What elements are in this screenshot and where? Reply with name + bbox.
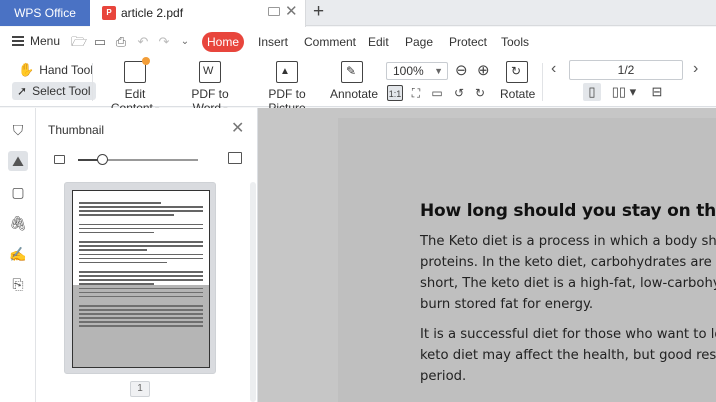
rotate-icon: ↻ <box>506 61 528 83</box>
redo-icon[interactable]: ↷ <box>157 35 171 49</box>
document-heading: How long should you stay on the ke <box>420 201 716 221</box>
menu-page[interactable]: Page <box>405 35 433 49</box>
rotate-right-icon[interactable]: ↻ <box>472 85 488 101</box>
document-paragraph-line: burn stored fat for energy. <box>420 297 594 312</box>
rotate-label: Rotate <box>500 87 536 101</box>
rotate-left-icon[interactable]: ↺ <box>451 85 467 101</box>
document-paragraph-line: The Keto diet is a process in which a bo… <box>420 234 716 249</box>
left-sidebar: ⛉ ⛰ ▢ 🖇 ✍ ⎘ <box>0 108 36 402</box>
undo-icon[interactable]: ↶ <box>136 35 150 49</box>
chevron-down-icon: ▼ <box>434 66 443 76</box>
pdf-to-picture-button[interactable]: ▲ PDF to Picture <box>256 61 318 115</box>
edit-content-button[interactable]: Edit Content ▾ <box>104 57 166 115</box>
hand-tool-button[interactable]: ✋ Hand Tool <box>18 62 93 78</box>
thumbnail-panel: Thumbnail ✕ 1 <box>36 108 258 402</box>
page-thumbnail[interactable] <box>64 182 216 374</box>
open-folder-icon[interactable]: 🗁 <box>71 35 87 49</box>
single-page-icon[interactable]: ▯ <box>583 83 601 101</box>
menu-label: Menu <box>30 34 61 48</box>
select-tool-button[interactable]: ➚ Select Tool <box>12 82 96 100</box>
thumbnail-size-slider[interactable] <box>54 152 244 168</box>
pdf-to-word-icon: W <box>199 61 221 83</box>
thumbnail-page-number: 1 <box>130 381 150 397</box>
pdf-file-icon: P <box>102 6 116 20</box>
menu-bar: Menu 🗁 ▭ ⎙ ↶ ↷ ⌄ Home Insert Comment Edi… <box>0 27 716 57</box>
document-paragraph-line: short, The keto diet is a high-fat, low-… <box>420 276 716 291</box>
continuous-scroll-icon[interactable]: ⊟ <box>648 83 666 101</box>
close-panel-icon[interactable]: ✕ <box>231 118 244 138</box>
large-image-icon[interactable] <box>228 152 242 164</box>
pdf-to-picture-icon: ▲ <box>276 61 298 83</box>
hand-icon: ✋ <box>18 62 35 77</box>
menu-home[interactable]: Home <box>202 32 244 52</box>
menu-comment[interactable]: Comment <box>304 35 356 49</box>
select-tool-label: Select Tool <box>32 84 91 98</box>
menu-tools[interactable]: Tools <box>501 35 529 49</box>
annotate-button[interactable]: ✎ Annotate <box>330 61 378 101</box>
thumbnail-title: Thumbnail <box>48 123 105 137</box>
menu-edit[interactable]: Edit <box>368 35 389 49</box>
menu-button[interactable]: Menu <box>12 34 60 48</box>
small-image-icon[interactable] <box>54 155 65 164</box>
next-page-icon[interactable]: › <box>693 60 698 78</box>
annotate-icon: ✎ <box>341 61 363 83</box>
fit-width-icon[interactable]: ▭ <box>429 85 445 101</box>
document-paragraph-line: keto diet may affect the health, but goo… <box>420 348 716 363</box>
signature-icon[interactable]: ✍ <box>8 244 28 264</box>
divider <box>92 63 93 101</box>
menu-protect[interactable]: Protect <box>449 35 487 49</box>
thumbnail-page-preview <box>72 190 210 368</box>
slider-track[interactable] <box>78 159 198 161</box>
menu-insert[interactable]: Insert <box>258 35 288 49</box>
thumbnail-icon[interactable]: ⛰ <box>8 151 28 171</box>
tab-document[interactable]: P article 2.pdf ✕ <box>90 0 306 27</box>
toolbar: ✋ Hand Tool ➚ Select Tool Edit Content ▾… <box>0 57 716 115</box>
attachment-icon[interactable]: 🖇 <box>8 213 28 233</box>
cursor-icon: ➚ <box>17 84 28 98</box>
pdf-to-word-button[interactable]: W PDF to Word ▾ <box>178 61 242 115</box>
tab-wps-office[interactable]: WPS Office <box>0 0 90 26</box>
two-page-icon[interactable]: ▯▯ ▾ <box>611 83 637 101</box>
fit-page-icon[interactable]: ⛶ <box>408 85 424 101</box>
document-paragraph-line: period. <box>420 369 467 384</box>
monitor-icon[interactable] <box>268 7 280 16</box>
edit-content-icon <box>124 57 150 83</box>
document-viewer[interactable]: How long should you stay on the ke The K… <box>258 108 716 402</box>
zoom-out-icon[interactable]: ⊖ <box>455 61 468 79</box>
slider-knob[interactable] <box>97 154 108 165</box>
chevron-down-icon[interactable]: ⌄ <box>178 35 192 49</box>
save-icon[interactable]: ▭ <box>93 35 107 49</box>
actual-size-icon[interactable]: 1:1 <box>387 85 403 101</box>
zoom-value: 100% <box>393 64 424 78</box>
hand-tool-label: Hand Tool <box>39 63 94 77</box>
page-number-input[interactable]: 1/2 <box>569 60 683 80</box>
bookmark-icon[interactable]: ⛉ <box>8 120 28 140</box>
tab-bar: WPS Office P article 2.pdf ✕ + <box>0 0 716 27</box>
rotate-button[interactable]: ↻ Rotate <box>500 61 536 101</box>
print-icon[interactable]: ⎙ <box>114 35 128 49</box>
annotate-label: Annotate <box>330 87 379 101</box>
close-tab-icon[interactable]: ✕ <box>285 3 298 21</box>
hamburger-icon <box>12 36 24 46</box>
comment-icon[interactable]: ▢ <box>8 182 28 202</box>
zoom-select[interactable]: 100% ▼ <box>386 62 448 80</box>
thumbnail-scrollbar[interactable] <box>250 182 256 402</box>
new-tab-button[interactable]: + <box>313 2 324 22</box>
previous-page-icon[interactable]: ‹ <box>551 60 556 78</box>
tab-document-title: article 2.pdf <box>121 6 184 20</box>
divider <box>542 63 543 101</box>
document-paragraph-line: proteins. In the keto diet, carbohydrate… <box>420 255 716 270</box>
text-recognition-icon[interactable]: ⎘ <box>8 274 28 294</box>
thumbnail-viewport-shade <box>73 285 209 367</box>
document-paragraph-line: It is a successful diet for those who wa… <box>420 327 716 342</box>
zoom-in-icon[interactable]: ⊕ <box>477 61 490 79</box>
